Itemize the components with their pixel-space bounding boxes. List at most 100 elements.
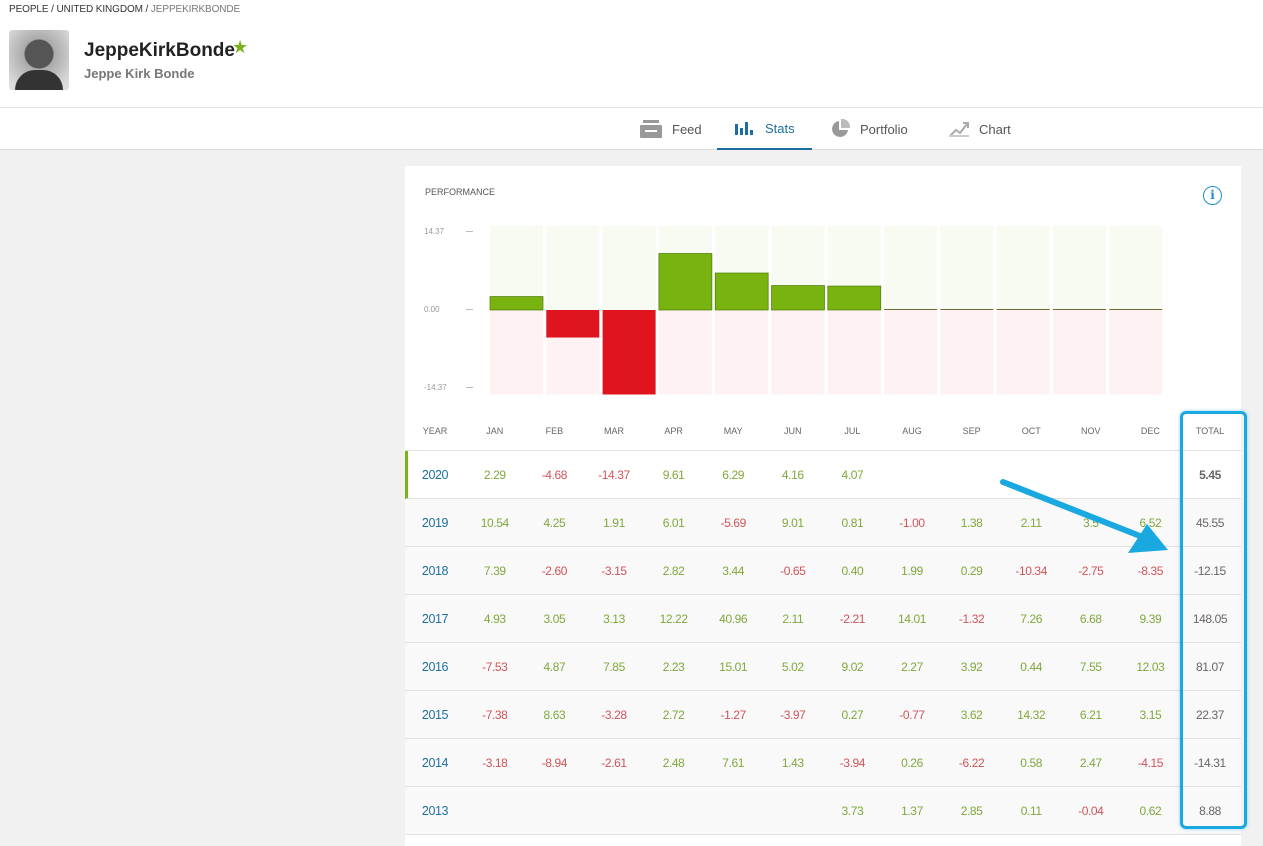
month-value: 6.52 [1139, 515, 1162, 530]
month-value: -1.27 [720, 707, 747, 722]
column-header-jun: JUN [784, 425, 802, 436]
month-value [1121, 451, 1181, 498]
month-value: 9.02 [841, 659, 864, 674]
month-value: 4.07 [841, 467, 864, 482]
month-value: -3.18 [482, 755, 508, 770]
bar-mar[interactable] [602, 310, 656, 395]
bar-background-negative [771, 310, 825, 395]
month-value: 9.39 [1139, 611, 1162, 626]
bar-jul[interactable] [827, 285, 882, 311]
month-value: 2.85 [960, 803, 983, 818]
month-value: -5.69 [720, 515, 747, 530]
bar-dec[interactable] [1109, 309, 1163, 310]
month-value: 40.96 [719, 611, 748, 626]
year-link[interactable]: 2017 [405, 595, 465, 642]
month-value: 12.22 [659, 611, 688, 626]
bar-background-positive [1109, 225, 1163, 310]
total-column-highlight [1180, 411, 1247, 829]
avatar[interactable] [9, 30, 69, 90]
month-value: 3.5 [1083, 515, 1099, 530]
month-value: 0.27 [841, 707, 864, 722]
month-value: -2.75 [1078, 563, 1104, 578]
tab-stats[interactable]: Stats [717, 108, 812, 150]
month-value: 4.16 [781, 467, 804, 482]
tab-label: Chart [979, 121, 1011, 137]
bar-background-positive [940, 225, 994, 310]
year-link[interactable]: 2014 [405, 739, 465, 786]
bar-background-negative [490, 310, 543, 395]
month-value: -10.34 [1015, 563, 1047, 578]
month-value: -2.61 [601, 755, 627, 770]
year-link[interactable]: 2019 [405, 499, 465, 546]
username: JeppeKirkBonde [84, 40, 235, 61]
column-header-oct: OCT [1021, 425, 1041, 436]
month-value: 2.47 [1079, 755, 1102, 770]
month-value: -3.15 [601, 563, 627, 578]
year-link[interactable]: 2018 [405, 547, 465, 594]
table-row: 2014 -3.18 -8.94 -2.61 2.48 7.61 1.43 -3.94 0.26… [405, 739, 1241, 787]
month-value: 7.26 [1020, 611, 1043, 626]
year-link[interactable]: 2015 [405, 691, 465, 738]
month-value [584, 787, 644, 834]
line-chart-icon [949, 122, 969, 137]
month-value [882, 451, 942, 498]
month-value: 1.38 [960, 515, 983, 530]
month-value: 6.68 [1079, 611, 1102, 626]
month-value: -8.35 [1137, 563, 1164, 578]
month-value: -0.04 [1078, 803, 1104, 818]
bar-jun[interactable] [771, 285, 825, 311]
month-value: -7.38 [482, 707, 508, 722]
tab-portfolio[interactable]: Portfolio [830, 108, 908, 150]
tab-chart[interactable]: Chart [949, 108, 1011, 150]
star-icon[interactable]: ★ [232, 37, 248, 58]
month-value [1061, 451, 1121, 498]
month-value: 9.01 [781, 515, 804, 530]
month-value: 2.11 [782, 611, 804, 626]
bar-jan[interactable] [489, 296, 544, 311]
month-value [703, 787, 763, 834]
bar-background-positive [884, 225, 938, 310]
month-value: 3.05 [543, 611, 566, 626]
month-value: -4.68 [541, 467, 568, 482]
month-value: 2.27 [901, 659, 923, 674]
month-value: 6.21 [1079, 707, 1102, 722]
bar-apr[interactable] [658, 253, 713, 311]
bar-feb[interactable] [546, 310, 600, 338]
bar-oct[interactable] [996, 309, 1050, 310]
bar-background-positive [996, 225, 1050, 310]
bar-sep[interactable] [940, 309, 994, 310]
year-link[interactable]: 2016 [405, 643, 465, 690]
month-value [942, 451, 1002, 498]
bar-aug[interactable] [884, 309, 938, 310]
column-header-aug: AUG [902, 425, 922, 436]
tab-feed[interactable]: Feed [640, 108, 702, 150]
tab-label: Feed [672, 121, 702, 137]
bar-nov[interactable] [1053, 309, 1106, 310]
month-value: 0.58 [1020, 755, 1043, 770]
tab-label: Portfolio [860, 121, 908, 137]
month-value: 0.62 [1139, 803, 1162, 818]
table-row: 2018 7.39 -2.60 -3.15 2.82 3.44 -0.65 0.40 1.99 0… [405, 547, 1241, 595]
breadcrumb-country[interactable]: UNITED KINGDOM [56, 4, 142, 15]
bar-background-negative [940, 310, 994, 395]
month-value [763, 787, 823, 834]
bar-may[interactable] [714, 272, 769, 311]
month-value: 8.63 [543, 707, 566, 722]
month-value: 7.39 [483, 563, 506, 578]
year-link[interactable]: 2013 [405, 787, 465, 834]
column-header-sep: SEP [962, 425, 981, 436]
profile-header: PEOPLE / UNITED KINGDOM / JEPPEKIRKBONDE… [0, 0, 1263, 108]
month-value: 2.48 [662, 755, 685, 770]
tab-label: Stats [765, 120, 795, 136]
month-value: 3.15 [1139, 707, 1162, 722]
bar-background-negative [884, 310, 938, 395]
breadcrumb-people[interactable]: PEOPLE [9, 4, 49, 15]
bar-background-negative [996, 310, 1050, 395]
month-value [465, 787, 525, 834]
column-header-jul: JUL [844, 425, 861, 436]
month-value [644, 787, 704, 834]
month-value: 1.99 [901, 563, 923, 578]
month-value: -4.15 [1137, 755, 1164, 770]
year-link[interactable]: 2020 [405, 451, 465, 498]
table-row: 2019 10.54 4.25 1.91 6.01 -5.69 9.01 0.81 -1.00 1… [405, 499, 1241, 547]
